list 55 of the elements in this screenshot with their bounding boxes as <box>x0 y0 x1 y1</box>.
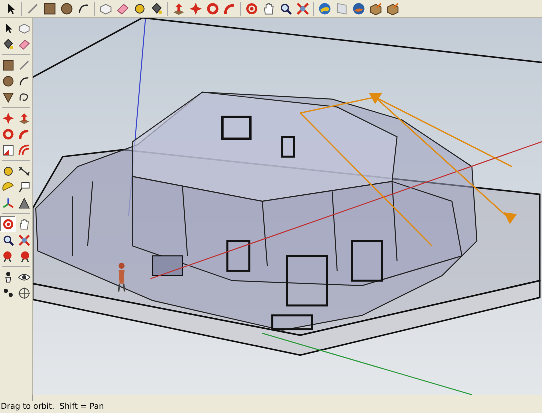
previous-view-icon <box>2 250 14 262</box>
globe-icon <box>318 2 332 16</box>
follow-me-icon <box>222 2 236 16</box>
footprints-icon <box>2 286 14 300</box>
status-text: Drag to orbit. Shift = Pan <box>0 401 104 412</box>
circle-icon <box>60 2 74 16</box>
tape-measure-icon <box>2 164 14 178</box>
orbit-icon <box>244 2 258 16</box>
circle-icon <box>2 74 14 88</box>
hand-icon <box>262 2 276 16</box>
text-label-icon <box>18 180 30 194</box>
scale-icon <box>2 144 14 156</box>
box-icon <box>368 2 382 16</box>
toolbar-button[interactable] <box>16 285 32 301</box>
rectangle-icon <box>42 2 56 16</box>
cube-icon <box>18 22 30 34</box>
tape-measure-icon <box>132 2 146 16</box>
rotate-icon <box>2 128 14 140</box>
toolbar-button[interactable] <box>0 73 16 89</box>
toolbar-button[interactable] <box>16 195 32 211</box>
toolbar-button[interactable] <box>0 142 16 158</box>
freehand-icon <box>18 90 30 104</box>
pyramid-icon <box>18 196 30 210</box>
push-pull-icon <box>172 2 186 16</box>
pencil-icon <box>18 58 30 72</box>
crosshair-icon <box>18 286 30 300</box>
zoom-extents-icon <box>18 234 30 246</box>
axes-icon <box>2 196 14 210</box>
arc-icon <box>18 74 30 88</box>
eraser-icon <box>116 2 130 16</box>
sphere-icon <box>352 2 366 16</box>
person-figure-drawing <box>118 263 126 293</box>
paint-bucket-icon <box>2 38 14 50</box>
move-icon <box>2 112 14 124</box>
pencil-icon <box>26 2 40 16</box>
box-icon <box>386 2 400 16</box>
offset-icon <box>18 144 30 156</box>
orbit-icon <box>2 218 14 230</box>
protractor-icon <box>2 180 14 194</box>
page-icon <box>334 2 348 16</box>
triangle-icon <box>2 90 14 104</box>
cube-icon <box>98 2 112 16</box>
zoom-icon <box>2 234 14 246</box>
zoom-extents-icon <box>296 2 310 16</box>
push-pull-icon <box>18 112 30 124</box>
dimension-icon <box>18 164 30 178</box>
zoom-icon <box>278 2 292 16</box>
hand-icon <box>18 218 30 230</box>
eraser-icon <box>18 38 30 50</box>
toolbar-button[interactable] <box>0 57 16 73</box>
paint-bucket-icon <box>150 2 164 16</box>
rotate-icon <box>206 2 220 16</box>
follow-me-icon <box>18 128 30 140</box>
move-icon <box>188 2 202 16</box>
rectangle-icon <box>2 58 14 72</box>
